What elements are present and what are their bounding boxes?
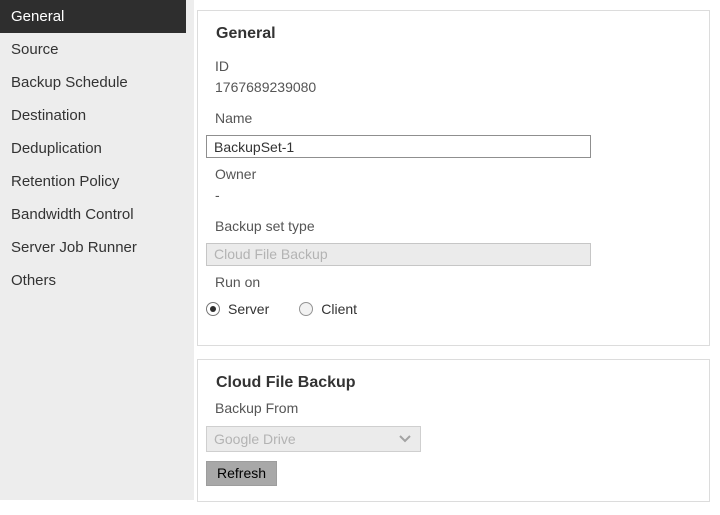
backup-set-type-field: Cloud File Backup xyxy=(206,243,591,266)
backup-from-select: Google Drive xyxy=(206,426,421,452)
run-on-server-label: Server xyxy=(228,301,270,317)
run-on-label: Run on xyxy=(215,274,261,290)
backup-set-type-label: Backup set type xyxy=(215,218,315,234)
radio-button-icon xyxy=(206,302,220,316)
general-panel-title: General xyxy=(216,25,276,42)
cloud-file-backup-panel: Cloud File Backup Backup From Google Dri… xyxy=(197,359,710,502)
sidebar-item-deduplication[interactable]: Deduplication xyxy=(0,132,186,165)
owner-label: Owner xyxy=(215,166,257,182)
run-on-client-radio[interactable]: Client xyxy=(299,301,357,317)
sidebar-item-server-job-runner[interactable]: Server Job Runner xyxy=(0,231,186,264)
chevron-down-icon xyxy=(399,435,411,443)
refresh-button[interactable]: Refresh xyxy=(206,461,278,486)
main-content: General ID 1767689239080 Name Owner - Ba… xyxy=(197,10,710,515)
run-on-client-label: Client xyxy=(321,301,358,317)
sidebar-item-backup-schedule[interactable]: Backup Schedule xyxy=(0,66,186,99)
backup-from-selected-value: Google Drive xyxy=(214,431,296,447)
sidebar-item-retention-policy[interactable]: Retention Policy xyxy=(0,165,186,198)
general-panel: General ID 1767689239080 Name Owner - Ba… xyxy=(197,10,710,346)
sidebar-item-general[interactable]: General xyxy=(0,0,186,33)
sidebar: General Source Backup Schedule Destinati… xyxy=(0,0,194,500)
backup-from-label: Backup From xyxy=(215,400,299,416)
cloud-file-backup-panel-title: Cloud File Backup xyxy=(216,374,356,391)
run-on-server-radio[interactable]: Server xyxy=(206,301,269,317)
sidebar-item-others[interactable]: Others xyxy=(0,264,186,297)
sidebar-item-destination[interactable]: Destination xyxy=(0,99,186,132)
owner-value: - xyxy=(215,187,220,203)
sidebar-item-source[interactable]: Source xyxy=(0,33,186,66)
name-label: Name xyxy=(215,110,253,126)
id-value: 1767689239080 xyxy=(215,79,317,95)
id-label: ID xyxy=(215,58,229,74)
backup-set-settings-window: General Source Backup Schedule Destinati… xyxy=(0,0,720,502)
sidebar-item-bandwidth-control[interactable]: Bandwidth Control xyxy=(0,198,186,231)
radio-button-icon xyxy=(299,302,314,316)
run-on-radio-group: Server Client xyxy=(206,301,709,345)
name-input[interactable] xyxy=(206,135,591,158)
